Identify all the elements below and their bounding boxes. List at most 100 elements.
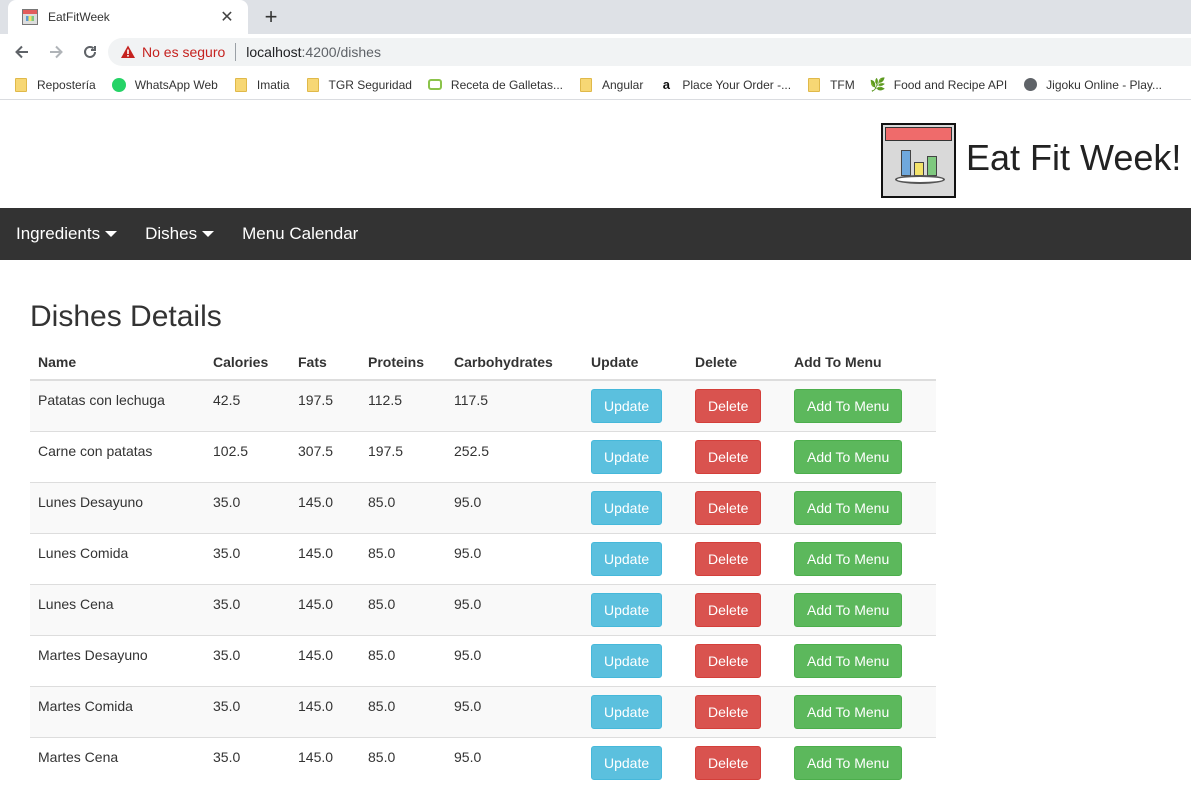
update-button[interactable]: Update xyxy=(591,439,663,474)
update-button[interactable]: Update xyxy=(591,745,663,780)
dish-proteins: 197.5 xyxy=(368,442,404,459)
add-to-menu-button[interactable]: Add To Menu xyxy=(794,439,903,474)
add-cell: Add To Menu xyxy=(786,736,936,788)
update-cell: Update xyxy=(583,736,687,788)
nav-menu-calendar[interactable]: Menu Calendar xyxy=(242,224,358,244)
delete-cell: Delete xyxy=(687,481,786,533)
nav-ingredients-dropdown[interactable]: Ingredients xyxy=(16,224,118,244)
bookmark-label: Place Your Order -... xyxy=(682,77,792,92)
update-button[interactable]: Update xyxy=(591,541,663,576)
dish-name-cell: Patatas con lechuga xyxy=(30,379,205,431)
security-label[interactable]: No es seguro xyxy=(142,44,225,60)
carbs-cell: 95.0 xyxy=(446,532,583,584)
dish-name-cell: Lunes Cena xyxy=(30,583,205,635)
calories-cell: 35.0 xyxy=(205,685,290,737)
update-cell: Update xyxy=(583,685,687,737)
caret-down-icon xyxy=(105,231,118,237)
bookmark-label: Repostería xyxy=(37,77,96,92)
add-to-menu-button[interactable]: Add To Menu xyxy=(794,388,903,423)
bookmark-label: Angular xyxy=(601,77,644,92)
url-path: :4200/dishes xyxy=(301,44,381,60)
folder-icon xyxy=(306,77,320,92)
bookmark-label: Receta de Galletas... xyxy=(450,77,563,92)
update-button[interactable]: Update xyxy=(591,592,663,627)
page-title: Dishes Details xyxy=(30,300,222,333)
calories-cell: 35.0 xyxy=(205,532,290,584)
calories-cell: 35.0 xyxy=(205,481,290,533)
bookmark-item[interactable]: Imatia xyxy=(234,77,290,92)
delete-button[interactable]: Delete xyxy=(695,592,762,627)
bookmark-item[interactable]: Angular xyxy=(579,77,644,92)
browser-tab[interactable]: EatFitWeek ✕ xyxy=(8,0,248,34)
dish-fats: 307.5 xyxy=(298,442,334,459)
add-to-menu-button[interactable]: Add To Menu xyxy=(794,694,903,729)
reload-button[interactable] xyxy=(74,36,106,68)
dish-calories: 35.0 xyxy=(213,748,241,765)
add-to-menu-button[interactable]: Add To Menu xyxy=(794,490,903,525)
bookmark-label: Jigoku Online - Play... xyxy=(1046,77,1162,92)
dish-proteins: 85.0 xyxy=(368,493,396,510)
fats-cell: 145.0 xyxy=(290,481,360,533)
dish-carbohydrates: 252.5 xyxy=(454,442,490,459)
bookmark-item[interactable]: 🌿 Food and Recipe API xyxy=(870,77,1008,92)
dish-calories: 35.0 xyxy=(213,595,241,612)
dish-fats: 197.5 xyxy=(298,391,334,408)
add-to-menu-button[interactable]: Add To Menu xyxy=(794,745,903,780)
app-logo-icon xyxy=(881,123,956,198)
back-button[interactable] xyxy=(6,36,38,68)
add-cell: Add To Menu xyxy=(786,481,936,533)
dish-calories: 35.0 xyxy=(213,493,241,510)
delete-button[interactable]: Delete xyxy=(695,388,762,423)
caret-down-icon xyxy=(202,231,215,237)
fats-cell: 145.0 xyxy=(290,634,360,686)
close-tab-icon[interactable]: ✕ xyxy=(218,7,236,27)
nav-dishes-dropdown[interactable]: Dishes xyxy=(145,224,215,244)
proteins-cell: 85.0 xyxy=(360,736,446,788)
reload-icon xyxy=(84,45,96,58)
table-row: Martes Cena 35.0 145.0 85.0 95.0 Update … xyxy=(30,736,936,788)
bookmark-item[interactable]: TFM xyxy=(807,77,855,92)
app-header: Eat Fit Week! xyxy=(0,101,1191,208)
dish-carbohydrates: 95.0 xyxy=(454,697,482,714)
update-button[interactable]: Update xyxy=(591,490,663,525)
add-cell: Add To Menu xyxy=(786,430,936,482)
delete-button[interactable]: Delete xyxy=(695,643,762,678)
dish-name-cell: Lunes Comida xyxy=(30,532,205,584)
forward-button[interactable] xyxy=(40,36,72,68)
dish-name: Carne con patatas xyxy=(38,442,153,459)
browser-toolbar: No es seguro localhost:4200/dishes xyxy=(0,34,1191,70)
calories-cell: 35.0 xyxy=(205,736,290,788)
delete-button[interactable]: Delete xyxy=(695,490,762,525)
carbs-cell: 95.0 xyxy=(446,481,583,533)
calories-cell: 35.0 xyxy=(205,634,290,686)
bookmark-item[interactable]: Repostería xyxy=(14,77,96,92)
calories-cell: 42.5 xyxy=(205,379,290,431)
add-to-menu-button[interactable]: Add To Menu xyxy=(794,592,903,627)
proteins-cell: 85.0 xyxy=(360,481,446,533)
column-header: Proteins xyxy=(360,344,446,381)
carbs-cell: 117.5 xyxy=(446,379,583,431)
dish-fats: 145.0 xyxy=(298,493,334,510)
column-header: Calories xyxy=(205,344,290,381)
update-button[interactable]: Update xyxy=(591,643,663,678)
bookmark-item[interactable]: WhatsApp Web xyxy=(111,77,218,92)
bookmark-item[interactable]: Jigoku Online - Play... xyxy=(1023,78,1162,92)
address-bar[interactable]: No es seguro localhost:4200/dishes xyxy=(108,38,1191,66)
add-to-menu-button[interactable]: Add To Menu xyxy=(794,541,903,576)
dish-name-cell: Carne con patatas xyxy=(30,430,205,482)
bookmark-item[interactable]: a Place Your Order -... xyxy=(659,77,792,92)
dish-calories: 35.0 xyxy=(213,646,241,663)
delete-button[interactable]: Delete xyxy=(695,694,762,729)
column-header: Carbohydrates xyxy=(446,344,583,381)
delete-button[interactable]: Delete xyxy=(695,541,762,576)
bookmark-item[interactable]: Receta de Galletas... xyxy=(427,77,563,92)
delete-button[interactable]: Delete xyxy=(695,745,762,780)
add-to-menu-button[interactable]: Add To Menu xyxy=(794,643,903,678)
update-button[interactable]: Update xyxy=(591,694,663,729)
proteins-cell: 85.0 xyxy=(360,634,446,686)
bookmark-item[interactable]: TGR Seguridad xyxy=(306,77,412,92)
new-tab-button[interactable]: + xyxy=(258,4,284,30)
update-button[interactable]: Update xyxy=(591,388,663,423)
delete-button[interactable]: Delete xyxy=(695,439,762,474)
carbs-cell: 252.5 xyxy=(446,430,583,482)
